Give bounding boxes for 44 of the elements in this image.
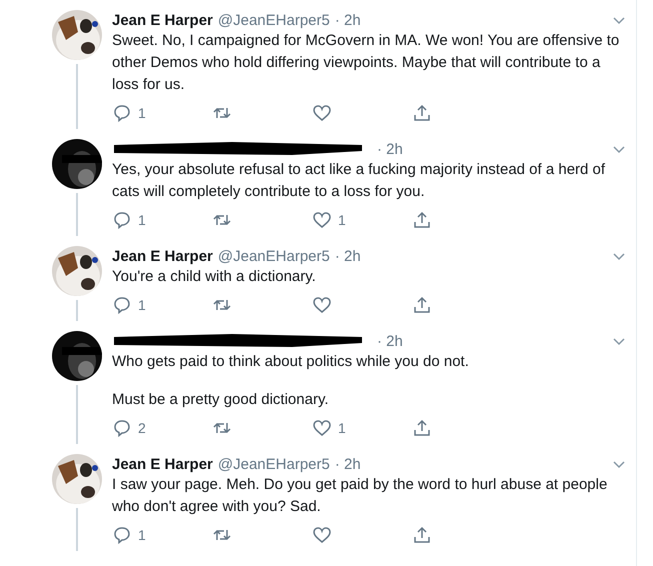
heart-icon bbox=[312, 210, 332, 230]
share-icon bbox=[412, 103, 432, 123]
tweet-text: Sweet. No, I campaigned for McGovern in MA. We won! You are offensive to other Demos who hold differing viewpoints. Maybe that will contribute to a loss for us. bbox=[112, 31, 620, 95]
chevron-icon[interactable] bbox=[612, 251, 626, 261]
chevron-icon[interactable] bbox=[612, 459, 626, 469]
author-handle: @JeanEHarper5 bbox=[218, 248, 330, 264]
chevron-icon[interactable] bbox=[612, 336, 626, 346]
reply-button[interactable]: 2 bbox=[112, 418, 212, 438]
tweet-text: You're a child with a dictionary. bbox=[112, 267, 317, 287]
author-handle: @JeanEHarper5 bbox=[218, 456, 330, 472]
heart-icon bbox=[312, 418, 332, 438]
tweet-time: · 2h bbox=[334, 456, 361, 472]
chevron-icon[interactable] bbox=[612, 15, 626, 25]
share-icon bbox=[412, 525, 432, 545]
tweet-text: Yes, your absolute refusal to act like a fucking majority instead of a herd of cats will completely contribute to a loss for you. bbox=[112, 160, 606, 202]
speech-bubble-icon bbox=[112, 295, 132, 315]
tweet-text: I saw your page. Meh. Do you get paid by the word to hurl abuse at people who don't agree with you? Sad. bbox=[112, 475, 608, 517]
reply-button[interactable]: 1 bbox=[112, 103, 212, 123]
author-handle: @JeanEHarper5 bbox=[218, 12, 330, 28]
author-name[interactable]: Jean E Harper bbox=[112, 456, 213, 472]
author-name[interactable]: Jean E Harper bbox=[112, 248, 213, 264]
reply-button[interactable]: 1 bbox=[112, 295, 212, 315]
reply-button[interactable]: 1 bbox=[112, 525, 212, 545]
share-icon bbox=[412, 210, 432, 230]
tweet-time: · 2h bbox=[334, 248, 361, 264]
author-name[interactable]: Jean E Harper bbox=[112, 12, 213, 28]
speech-bubble-icon bbox=[112, 418, 132, 438]
tweet-text: Must be a pretty good dictionary. bbox=[112, 390, 330, 410]
share-icon bbox=[412, 418, 432, 438]
tweet-time: · 2h bbox=[377, 332, 403, 350]
speech-bubble-icon bbox=[112, 103, 132, 123]
like-button[interactable]: 1 bbox=[312, 418, 412, 438]
chevron-icon[interactable] bbox=[612, 144, 626, 154]
speech-bubble-icon bbox=[112, 525, 132, 545]
speech-bubble-icon bbox=[112, 210, 132, 230]
like-button[interactable]: 1 bbox=[312, 210, 412, 230]
tweet-text: Who gets paid to think about politics while you do not. bbox=[112, 352, 470, 372]
heart-icon bbox=[312, 525, 332, 545]
tweet-time: · 2h bbox=[377, 140, 403, 158]
tweet-time: · 2h bbox=[334, 12, 361, 28]
heart-icon bbox=[312, 295, 332, 315]
heart-icon bbox=[312, 103, 332, 123]
share-icon bbox=[412, 295, 432, 315]
reply-button[interactable]: 1 bbox=[112, 210, 212, 230]
